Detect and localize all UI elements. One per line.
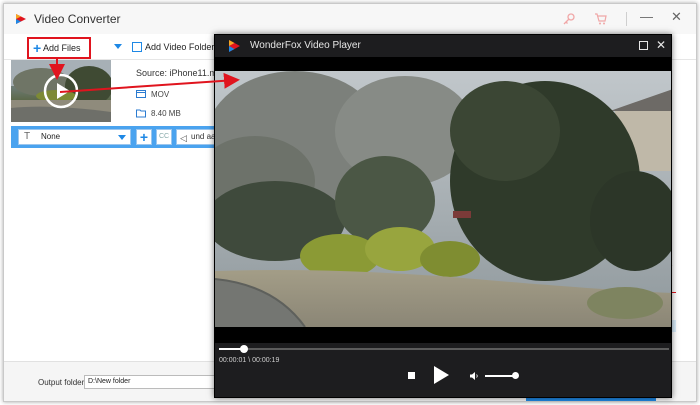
add-files-button[interactable]: + Add Files [27, 37, 91, 59]
player-title-bar: WonderFox Video Player ✕ [215, 35, 671, 57]
video-frame[interactable] [215, 71, 671, 327]
titlebar-separator [626, 12, 627, 26]
chevron-down-icon [118, 135, 126, 140]
key-icon[interactable] [562, 12, 576, 26]
add-files-label: Add Files [43, 43, 81, 53]
maximize-button[interactable] [639, 41, 648, 50]
play-icon[interactable] [434, 366, 449, 384]
video-scene [215, 71, 671, 327]
letterbox-top [215, 57, 671, 71]
file-format: MOV [151, 90, 170, 99]
cart-icon[interactable] [594, 12, 608, 26]
video-player-window: WonderFox Video Player ✕ 00:00:01 \ 00:0… [214, 34, 672, 398]
subtitle-select[interactable]: T None [18, 129, 131, 145]
playback-time: 00:00:01 \ 00:00:19 [219, 357, 280, 364]
cc-button[interactable]: CC [156, 129, 172, 145]
add-video-folder-button[interactable]: Add Video Folder [132, 42, 214, 52]
player-controls: 00:00:01 \ 00:00:19 [215, 343, 671, 397]
close-button[interactable]: ✕ [671, 9, 682, 25]
wonderfox-logo-icon [229, 40, 240, 52]
video-thumbnail[interactable] [11, 60, 111, 122]
output-folder-input[interactable]: D:\New folder [84, 375, 216, 389]
title-bar: Video Converter — ✕ [4, 4, 696, 34]
speaker-icon[interactable] [469, 371, 479, 381]
video-format-icon [136, 90, 146, 98]
seek-handle[interactable] [239, 345, 248, 353]
options-row: T None + CC ◁ und aac [11, 126, 231, 148]
player-close-button[interactable]: ✕ [656, 38, 666, 52]
folder-icon [132, 42, 142, 52]
subtitle-value: None [41, 132, 61, 141]
wonderfox-logo-icon [16, 14, 26, 24]
add-files-dropdown-icon[interactable] [114, 44, 122, 49]
file-size: 8.40 MB [151, 109, 181, 118]
plus-icon: + [33, 40, 42, 56]
volume-handle[interactable] [512, 372, 520, 379]
play-icon[interactable] [43, 73, 79, 109]
add-folder-label: Add Video Folder [145, 42, 215, 52]
stop-icon[interactable] [408, 372, 415, 379]
seek-bar[interactable] [219, 345, 669, 353]
output-folder-label: Output folder: [38, 378, 87, 387]
speaker-icon: ◁ [180, 133, 187, 143]
app-title: Video Converter [34, 12, 121, 26]
minimize-button[interactable]: — [640, 9, 653, 25]
file-size-icon [136, 109, 146, 118]
add-subtitle-button[interactable]: + [136, 129, 152, 145]
letterbox-bottom [215, 327, 671, 343]
source-filename: Source: iPhone11.mov [136, 68, 227, 78]
player-title: WonderFox Video Player [250, 40, 361, 51]
text-icon: T [24, 131, 31, 142]
